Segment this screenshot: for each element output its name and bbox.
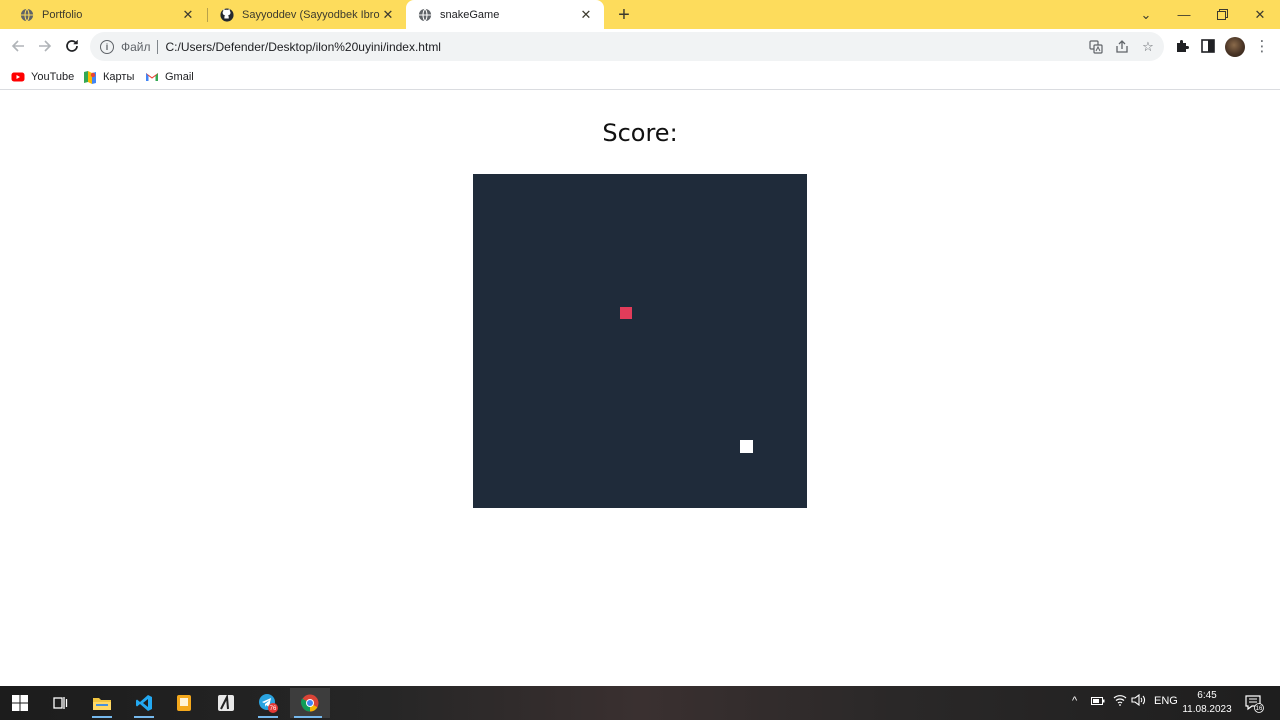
forward-button[interactable] [33, 34, 57, 58]
app-logo-icon [218, 694, 234, 711]
extensions-button[interactable] [1170, 34, 1194, 58]
menu-kebab-icon[interactable]: ⋮ [1250, 34, 1274, 58]
bookmark-gmail[interactable]: Gmail [145, 68, 194, 86]
vscode-icon [136, 695, 152, 711]
omnibox-divider [156, 39, 158, 54]
share-icon[interactable] [1114, 39, 1130, 55]
tab-title: Sayyoddev (Sayyodbek Ibrohimov) [242, 8, 380, 21]
side-panel-button[interactable] [1196, 34, 1220, 58]
clock-date: 11.08.2023 [1182, 704, 1232, 715]
battery-icon[interactable] [1091, 696, 1105, 709]
bookmark-maps[interactable]: Карты [83, 68, 134, 86]
telegram-icon: 76 [259, 694, 278, 713]
arrow-right-icon [39, 40, 52, 52]
task-view-icon [53, 697, 68, 709]
maps-icon [84, 71, 96, 84]
windows-taskbar: 76 ^ ENG 6:45 11.08.2023 16 [0, 686, 1280, 720]
start-button[interactable] [2, 688, 38, 718]
notification-center-icon: 16 [1245, 695, 1264, 713]
food-pellet [620, 307, 632, 319]
restore-button[interactable] [1204, 0, 1240, 29]
clock-time: 6:45 [1197, 690, 1217, 701]
telegram-badge: 76 [270, 706, 277, 712]
page-content: Score: [0, 91, 1280, 686]
bookmark-label: YouTube [31, 71, 75, 83]
tab-title: Portfolio [42, 8, 83, 21]
volume-icon[interactable] [1131, 693, 1147, 709]
reload-icon [66, 40, 78, 52]
tab-snakegame[interactable]: snakeGame ✕ [406, 0, 604, 29]
chrome-button[interactable] [290, 688, 330, 718]
chrome-icon [301, 694, 319, 712]
bookmark-label: Карты [103, 71, 135, 83]
folder-icon [93, 698, 111, 710]
bookmark-label: Gmail [165, 71, 194, 83]
telegram-button[interactable]: 76 [250, 688, 286, 718]
globe-icon [20, 8, 34, 21]
profile-avatar[interactable] [1225, 37, 1245, 57]
wifi-icon[interactable] [1113, 694, 1127, 709]
browser-toolbar: i Файл C:/Users/Defender/Desktop/ilon%20… [0, 29, 1280, 63]
close-window-button[interactable]: ✕ [1242, 0, 1278, 29]
github-icon [220, 7, 234, 22]
globe-icon [418, 8, 432, 21]
bookmark-star-icon[interactable]: ☆ [1140, 39, 1156, 55]
minimize-button[interactable]: — [1166, 0, 1202, 29]
score-label: Score: [602, 119, 678, 147]
close-tab-icon[interactable]: ✕ [578, 7, 594, 23]
gmail-icon [146, 73, 158, 81]
arrow-left-icon [11, 40, 24, 52]
back-button[interactable] [6, 34, 30, 58]
puzzle-icon [1177, 40, 1189, 52]
clock[interactable]: 6:45 11.08.2023 [1176, 689, 1238, 717]
translate-icon[interactable] [1088, 39, 1104, 55]
tab-github[interactable]: Sayyoddev (Sayyodbek Ibrohimov) ✕ [208, 0, 406, 29]
sticky-app-button[interactable] [166, 688, 202, 718]
tab-title: snakeGame [440, 8, 500, 21]
notifications-button[interactable]: 16 [1244, 693, 1264, 716]
restore-icon [1216, 9, 1228, 20]
reload-button[interactable] [60, 34, 84, 58]
side-panel-icon [1201, 39, 1215, 53]
url-text[interactable]: C:/Users/Defender/Desktop/ilon%20uyini/i… [166, 40, 441, 54]
windows-logo-icon [12, 695, 28, 711]
snake-head [740, 440, 753, 453]
game-board[interactable] [473, 174, 807, 508]
tab-portfolio[interactable]: Portfolio ✕ [8, 0, 206, 29]
address-bar[interactable]: i Файл C:/Users/Defender/Desktop/ilon%20… [90, 32, 1164, 61]
close-tab-icon[interactable]: ✕ [180, 7, 196, 23]
close-tab-icon[interactable]: ✕ [380, 7, 396, 23]
bookmarks-bar: YouTube Карты Gmail [0, 63, 1280, 90]
notification-count: 16 [1256, 706, 1263, 712]
notes-icon [177, 695, 191, 711]
info-icon[interactable]: i [100, 39, 114, 54]
task-view-button[interactable] [42, 688, 78, 718]
bookmark-youtube[interactable]: YouTube [11, 68, 74, 86]
file-explorer-button[interactable] [84, 688, 120, 718]
language-indicator[interactable]: ENG [1154, 695, 1178, 707]
tray-expand-icon[interactable]: ^ [1072, 695, 1077, 707]
new-tab-button[interactable]: + [612, 3, 636, 27]
app-button[interactable] [208, 688, 244, 718]
vscode-button[interactable] [126, 688, 162, 718]
tab-strip: Portfolio ✕ Sayyoddev (Sayyodbek Ibrohim… [0, 0, 1280, 29]
youtube-icon [11, 72, 25, 82]
tab-search-chevron-icon[interactable]: ⌄ [1128, 0, 1164, 29]
file-scheme-label: Файл [121, 39, 151, 54]
